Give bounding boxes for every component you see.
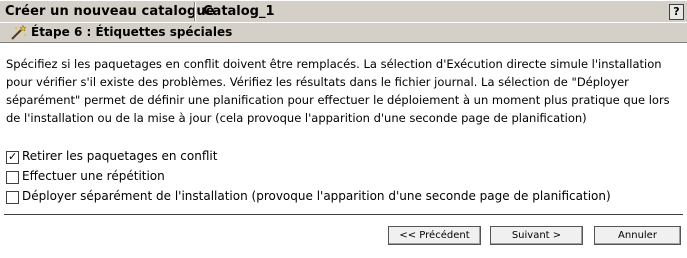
remove-conflicts-checkbox[interactable]: ✓ [6,151,19,164]
help-button[interactable]: ? [669,4,684,20]
dry-run-label[interactable]: Effectuer une répétition [22,169,165,183]
catalog-name: Catalog_1 [203,4,275,19]
deploy-separately-label[interactable]: Déployer séparément de l'installation (p… [22,189,611,203]
previous-button[interactable]: << Précédent [388,226,481,245]
cancel-button[interactable]: Annuler [594,226,681,245]
next-button[interactable]: Suivant > [490,226,583,245]
title-divider [194,2,196,21]
dry-run-checkbox[interactable] [6,171,19,184]
wand-icon [10,24,27,40]
wizard-title: Créer un nouveau catalogue [5,4,215,19]
remove-conflicts-label[interactable]: Retirer les paquetages en conflit [22,149,217,163]
deploy-separately-checkbox[interactable] [6,191,19,204]
button-separator [4,214,683,215]
step-title: Étape 6 : Étiquettes spéciales [31,25,233,39]
wizard-title-bar: Créer un nouveau catalogue Catalog_1 ? [0,0,687,22]
step-header: Étape 6 : Étiquettes spéciales [0,22,687,43]
check-icon: ✓ [8,150,18,163]
step-description: Spécifiez si les paquetages en conflit d… [6,57,670,125]
